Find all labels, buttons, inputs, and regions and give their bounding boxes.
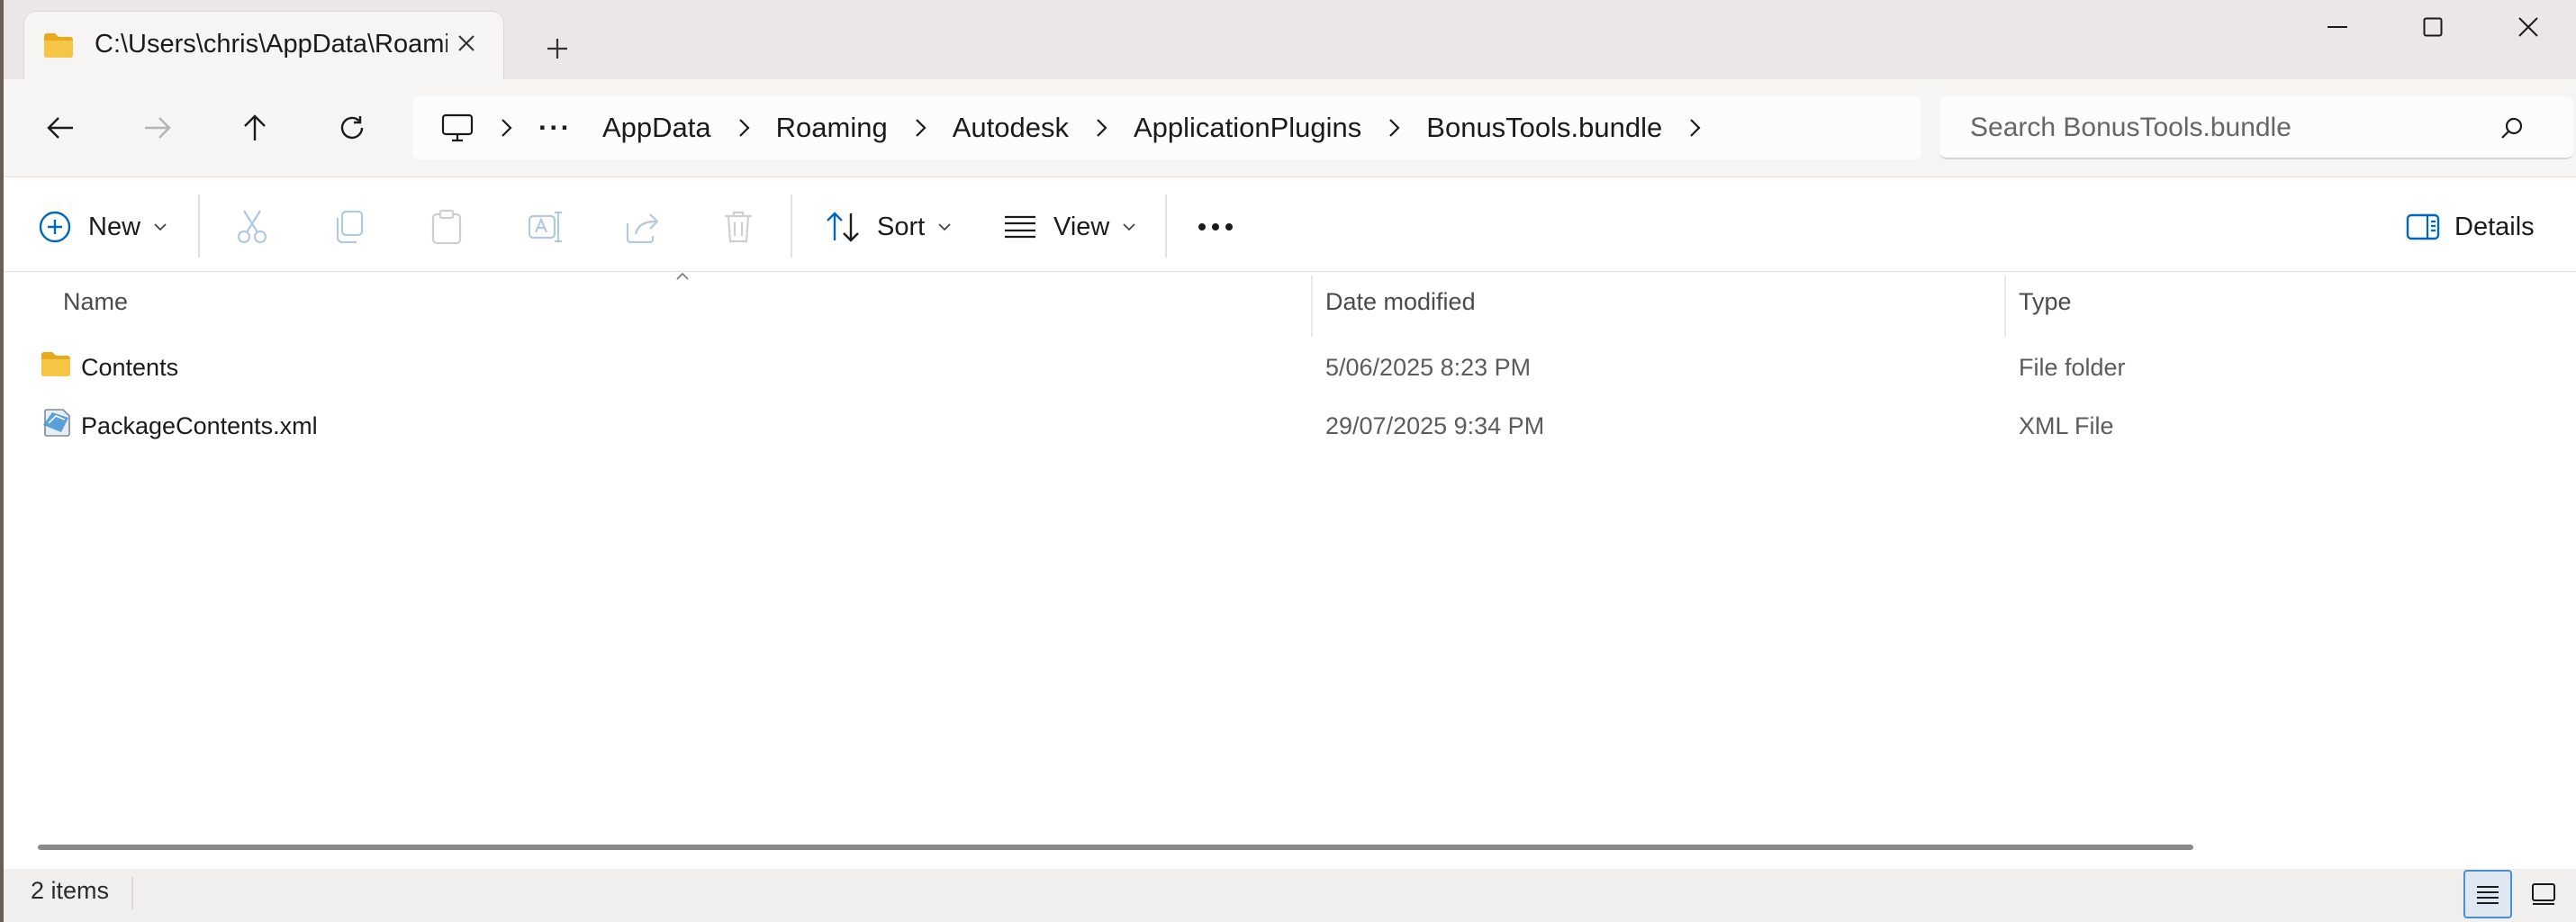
tab-current[interactable]: C:\Users\chris\AppData\Roaming\Autodesk\… bbox=[23, 11, 504, 81]
file-type: XML File bbox=[2019, 412, 2114, 439]
chevron-down-icon bbox=[154, 223, 167, 231]
search-input[interactable] bbox=[1970, 113, 2492, 143]
view-list-icon bbox=[1005, 215, 1035, 239]
arrow-left-icon bbox=[47, 117, 73, 139]
rename-icon[interactable] bbox=[528, 209, 564, 245]
paste-icon[interactable] bbox=[430, 209, 463, 245]
close-icon bbox=[2518, 17, 2538, 37]
file-row[interactable]: Contents 5/06/2025 8:23 PM File folder bbox=[4, 338, 2576, 395]
share-icon[interactable] bbox=[625, 209, 661, 245]
breadcrumb-roaming[interactable]: Roaming bbox=[776, 112, 888, 144]
file-name: Contents bbox=[81, 354, 179, 381]
column-header-name[interactable]: Name bbox=[63, 288, 128, 316]
breadcrumb-bonustools-bundle[interactable]: BonusTools.bundle bbox=[1426, 112, 1662, 144]
tiles-view-button[interactable] bbox=[2519, 870, 2568, 918]
file-date: 5/06/2025 8:23 PM bbox=[1325, 354, 1532, 381]
xml-file-icon bbox=[41, 407, 72, 438]
search-icon[interactable] bbox=[2499, 116, 2525, 141]
new-tab-button[interactable] bbox=[529, 23, 585, 74]
details-pane-icon bbox=[2406, 213, 2440, 240]
file-type: File folder bbox=[2019, 354, 2126, 381]
forward-button[interactable] bbox=[126, 101, 189, 155]
window-close-button[interactable] bbox=[2483, 0, 2573, 54]
sort-ascending-icon bbox=[675, 272, 690, 281]
horizontal-scrollbar[interactable] bbox=[38, 845, 2193, 850]
command-bar bbox=[4, 176, 2576, 272]
close-icon bbox=[458, 35, 475, 51]
search-box[interactable] bbox=[1939, 96, 2573, 159]
chevron-right-icon[interactable] bbox=[1361, 117, 1426, 139]
this-pc-icon[interactable] bbox=[441, 113, 474, 142]
file-date: 29/07/2025 9:34 PM bbox=[1325, 412, 1545, 439]
refresh-icon bbox=[340, 116, 364, 140]
chevron-right-icon[interactable] bbox=[474, 117, 538, 139]
column-header-type[interactable]: Type bbox=[2019, 288, 2072, 316]
divider bbox=[198, 194, 200, 258]
column-divider[interactable] bbox=[1311, 276, 1313, 337]
details-view-icon bbox=[2477, 886, 2499, 904]
maximize-icon bbox=[2423, 17, 2443, 37]
divider bbox=[1165, 194, 1167, 258]
column-header-date-modified[interactable]: Date modified bbox=[1325, 288, 1476, 316]
item-count: 2 items bbox=[31, 877, 110, 904]
address-bar[interactable]: ··· AppData Roaming Autodesk Application… bbox=[412, 96, 1921, 159]
chevron-right-icon[interactable] bbox=[1662, 117, 1727, 139]
breadcrumb-applicationplugins[interactable]: ApplicationPlugins bbox=[1134, 112, 1361, 144]
back-button[interactable] bbox=[29, 101, 92, 155]
status-bar bbox=[4, 869, 2576, 922]
up-button[interactable] bbox=[223, 101, 286, 155]
cut-icon[interactable] bbox=[236, 209, 268, 245]
chevron-down-icon bbox=[1123, 223, 1135, 231]
chevron-down-icon bbox=[938, 223, 951, 231]
tab-title: C:\Users\chris\AppData\Roaming\Autodesk\… bbox=[95, 30, 447, 59]
details-button[interactable]: Details bbox=[2406, 203, 2535, 250]
file-row[interactable]: PackageContents.xml 29/07/2025 9:34 PM X… bbox=[4, 396, 2576, 454]
tab-close-button[interactable] bbox=[444, 21, 489, 66]
view-button[interactable]: View bbox=[1003, 203, 1136, 250]
sort-button[interactable]: Sort bbox=[825, 203, 952, 250]
more-options-button[interactable] bbox=[1198, 211, 1234, 243]
tiles-view-icon bbox=[2532, 883, 2555, 905]
chevron-right-icon[interactable] bbox=[711, 117, 776, 139]
arrow-right-icon bbox=[145, 117, 171, 139]
copy-icon[interactable] bbox=[333, 209, 366, 245]
new-button[interactable]: New bbox=[38, 203, 167, 250]
plus-icon bbox=[547, 39, 567, 59]
column-divider[interactable] bbox=[2004, 276, 2006, 337]
add-circle-icon bbox=[39, 211, 71, 243]
chevron-right-icon[interactable] bbox=[888, 117, 953, 139]
folder-icon bbox=[42, 32, 75, 59]
status-divider bbox=[131, 877, 133, 909]
sort-icon bbox=[827, 212, 859, 242]
more-icon bbox=[1198, 223, 1233, 230]
divider bbox=[791, 194, 792, 258]
arrow-up-icon bbox=[244, 114, 266, 140]
breadcrumb-appdata[interactable]: AppData bbox=[602, 112, 711, 144]
delete-icon[interactable] bbox=[722, 209, 755, 245]
minimize-icon bbox=[2327, 26, 2347, 28]
file-explorer-window: C:\Users\chris\AppData\Roaming\Autodesk\… bbox=[4, 0, 2576, 922]
breadcrumb-autodesk[interactable]: Autodesk bbox=[953, 112, 1069, 144]
details-view-button[interactable] bbox=[2463, 870, 2512, 918]
folder-icon bbox=[40, 350, 72, 377]
minimize-button[interactable] bbox=[2292, 0, 2382, 54]
breadcrumb-overflow[interactable]: ··· bbox=[538, 112, 572, 144]
maximize-button[interactable] bbox=[2388, 0, 2478, 54]
refresh-button[interactable] bbox=[321, 101, 384, 155]
file-name: PackageContents.xml bbox=[81, 412, 318, 439]
chevron-right-icon[interactable] bbox=[1069, 117, 1134, 139]
